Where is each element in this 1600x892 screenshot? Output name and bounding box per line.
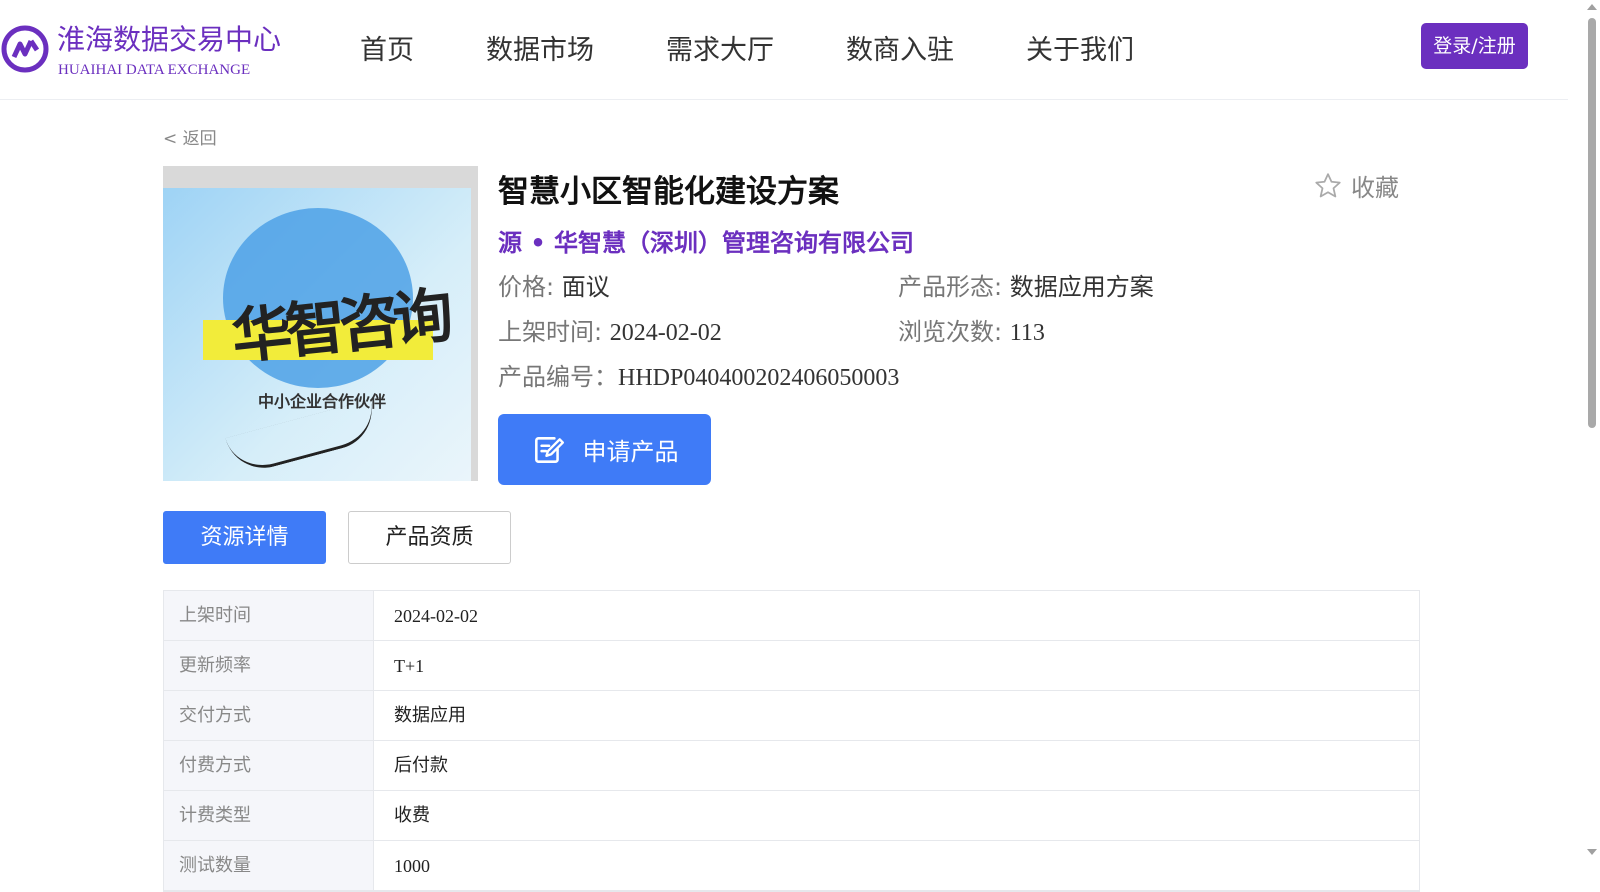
row-key: 上架时间 [164,591,374,640]
form-value: 数据应用方案 [1009,273,1154,301]
nav-item-about[interactable]: 关于我们 [1026,28,1134,67]
views-info: 浏览次数: 113 [898,312,1045,347]
price-label: 价格: [498,273,555,301]
row-key: 付费方式 [164,741,374,790]
table-row: 计费类型 收费 [164,791,1419,841]
product-source[interactable]: 源 • 华智慧（深圳）管理咨询有限公司 [498,223,914,258]
table-row: 付费方式 后付款 [164,741,1419,791]
nav-item-demand-hall[interactable]: 需求大厅 [666,28,774,67]
brand-name-en: HUAIHAI DATA EXCHANGE [58,62,251,78]
row-key: 更新频率 [164,641,374,690]
star-icon [1315,172,1341,197]
price-value: 面议 [561,273,610,301]
main-nav: 首页 数据市场 需求大厅 数商入驻 关于我们 [360,28,1206,67]
form-label: 产品形态: [898,273,1003,301]
edit-icon [534,436,564,463]
row-value: T+1 [394,656,425,676]
favorite-button[interactable]: 收藏 [1313,168,1399,203]
nav-item-data-market[interactable]: 数据市场 [486,28,594,67]
apply-product-label: 申请产品 [582,438,679,466]
row-value: 后付款 [394,755,448,776]
tab-resource-details[interactable]: 资源详情 [163,511,326,564]
row-value: 2024-02-02 [394,606,478,626]
site-header: 淮海数据交易中心 HUAIHAI DATA EXCHANGE 首页 数据市场 需… [0,0,1568,100]
table-row: 上架时间 2024-02-02 [164,591,1419,641]
logo-icon[interactable] [0,24,50,74]
row-key: 计费类型 [164,791,374,840]
row-value: 1000 [394,856,430,876]
code-value: HHDP040400202406050003 [618,365,900,391]
favorite-label: 收藏 [1351,174,1399,202]
table-row: 测试数量 1000 [164,841,1419,891]
brand-name-cn[interactable]: 淮海数据交易中心 [57,18,281,58]
row-value: 数据应用 [394,705,466,726]
scroll-down-arrow-icon[interactable] [1587,849,1597,855]
row-key: 测试数量 [164,841,374,890]
form-info: 产品形态: 数据应用方案 [898,267,1154,302]
listed-label: 上架时间: [498,318,603,346]
nav-item-home[interactable]: 首页 [360,28,414,67]
listed-value: 2024-02-02 [609,320,722,346]
code-info: 产品编号：HHDP040400202406050003 [498,357,899,392]
scrollbar-thumb[interactable] [1588,18,1596,428]
price-info: 价格: 面议 [498,267,610,302]
row-value: 收费 [394,805,430,826]
nav-item-merchant-join[interactable]: 数商入驻 [846,28,954,67]
product-title: 智慧小区智能化建设方案 [498,174,839,210]
details-table: 上架时间 2024-02-02 更新频率 T+1 交付方式 数据应用 付费方式 … [163,590,1420,892]
views-label: 浏览次数: [898,318,1003,346]
table-row: 更新频率 T+1 [164,641,1419,691]
listed-info: 上架时间: 2024-02-02 [498,312,722,347]
apply-product-button[interactable]: 申请产品 [498,414,711,485]
tab-product-qualification[interactable]: 产品资质 [348,511,511,564]
product-image: 华智咨询 中小企业合作伙伴 [163,166,478,481]
product-image-background: 华智咨询 中小企业合作伙伴 [163,188,471,481]
table-row: 交付方式 数据应用 [164,691,1419,741]
views-value: 113 [1009,320,1045,346]
code-label: 产品编号： [498,363,618,391]
login-register-button[interactable]: 登录/注册 [1421,23,1528,69]
row-key: 交付方式 [164,691,374,740]
scroll-up-arrow-icon[interactable] [1587,4,1597,10]
back-link[interactable]: < 返回 [163,124,217,149]
